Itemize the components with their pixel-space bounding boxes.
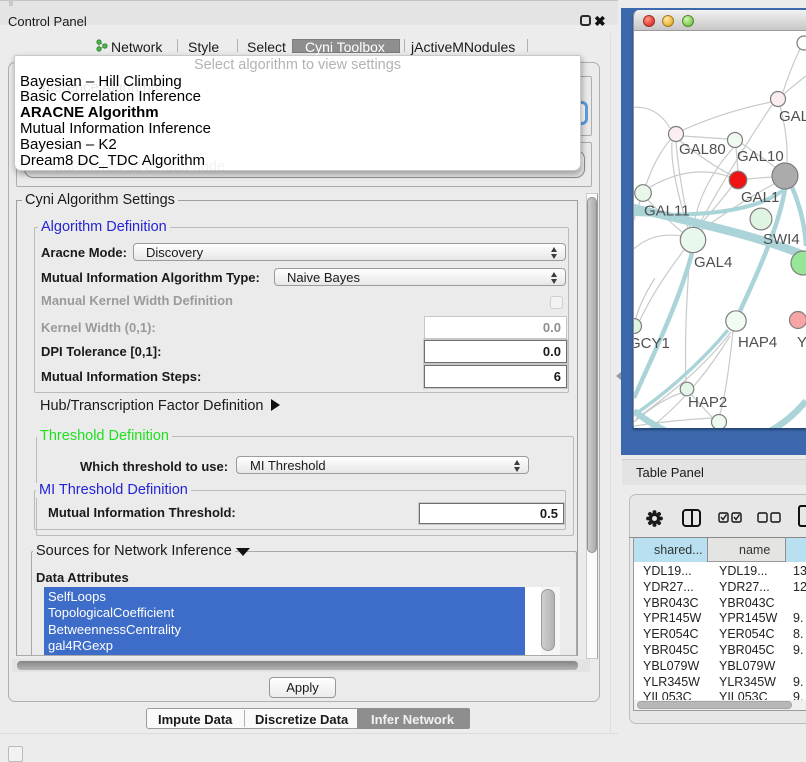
svg-text:GAL80: GAL80 — [679, 141, 726, 158]
svg-text:Y: Y — [797, 334, 806, 351]
svg-text:GAL7: GAL7 — [779, 108, 806, 125]
svg-text:GAL11: GAL11 — [644, 203, 690, 220]
svg-text:HAP4: HAP4 — [738, 334, 777, 351]
svg-text:GCY1: GCY1 — [634, 335, 670, 352]
svg-text:GAL10: GAL10 — [737, 148, 784, 165]
svg-text:HAP2: HAP2 — [688, 394, 727, 411]
svg-text:SWI4: SWI4 — [763, 231, 800, 248]
svg-text:GAL4: GAL4 — [694, 254, 732, 271]
svg-text:GAL1: GAL1 — [741, 189, 779, 206]
